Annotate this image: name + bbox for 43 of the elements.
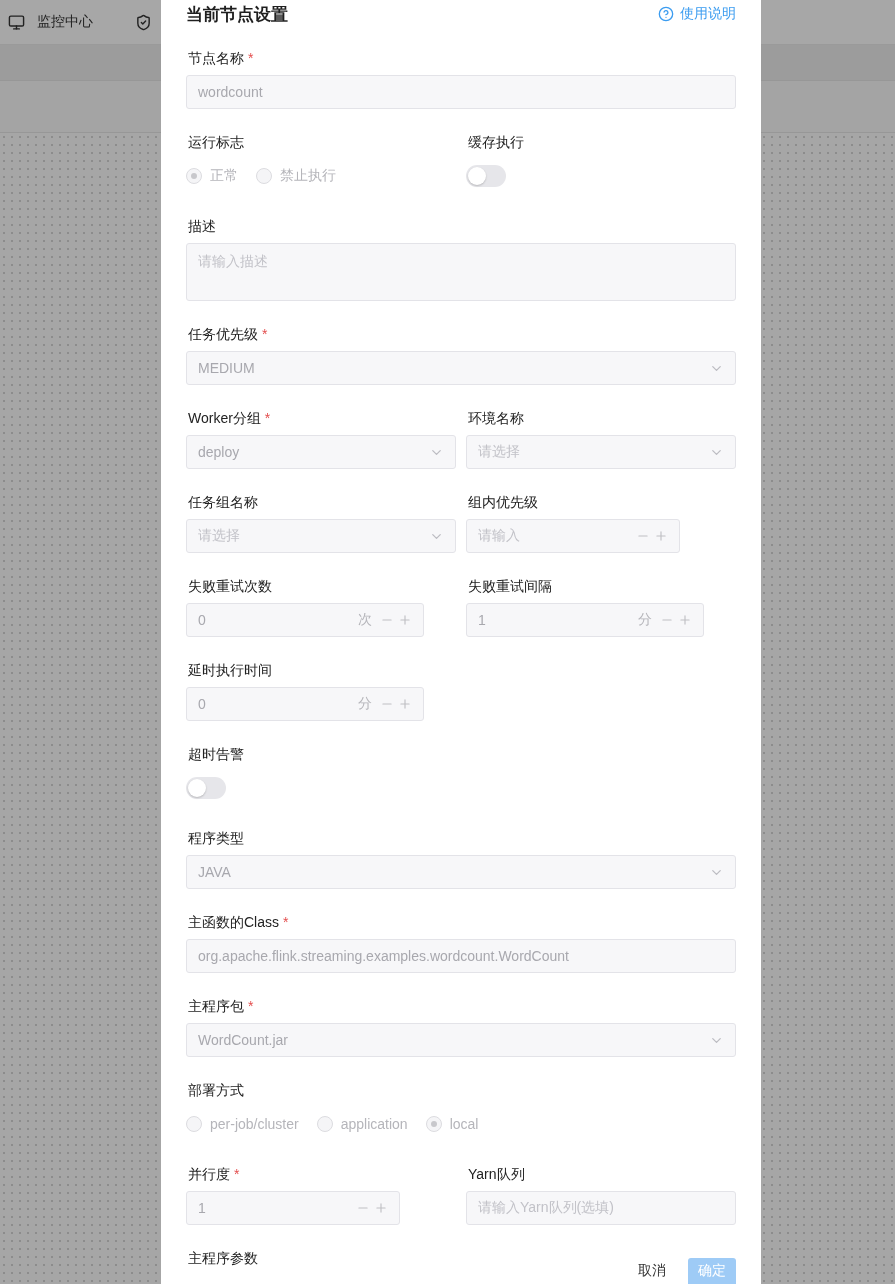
field-label: 延时执行时间: [188, 661, 272, 680]
help-link[interactable]: 使用说明: [658, 5, 736, 23]
field-label: 程序类型: [188, 829, 244, 848]
number-field[interactable]: 0 分: [186, 687, 424, 721]
number-field[interactable]: 1: [186, 1191, 400, 1225]
unit-label: 次: [358, 611, 372, 629]
field-label: Yarn队列: [468, 1165, 525, 1184]
field-label: 失败重试间隔: [468, 577, 552, 596]
field-label: Worker分组 *: [188, 409, 271, 428]
field-label: 部署方式: [188, 1081, 244, 1100]
field-label: 节点名称 *: [188, 49, 254, 68]
field-label: 主函数的Class *: [188, 913, 289, 932]
field-label: 超时告警: [188, 745, 244, 764]
text-field[interactable]: org.apache.flink.streaming.examples.wordcount.WordCount: [186, 939, 736, 973]
field-label: 环境名称: [468, 409, 524, 428]
select-field[interactable]: WordCount.jar: [186, 1023, 736, 1057]
drawer-title: 当前节点设置: [186, 3, 288, 26]
field-label: 主程序参数: [188, 1249, 258, 1268]
number-field[interactable]: 1 分: [466, 603, 704, 637]
number-field[interactable]: 0 次: [186, 603, 424, 637]
radio-option[interactable]: per-job/cluster: [186, 1116, 299, 1132]
text-field[interactable]: wordcount: [186, 75, 736, 109]
select-field[interactable]: deploy: [186, 435, 456, 469]
radio-option[interactable]: 禁止执行: [256, 167, 336, 185]
unit-label: 分: [358, 695, 372, 713]
radio-option[interactable]: 正常: [186, 167, 238, 185]
radio-option[interactable]: local: [425, 1116, 479, 1132]
field-label: 缓存执行: [468, 133, 524, 152]
field-label: 任务优先级 *: [188, 325, 268, 344]
field-label: 描述: [188, 217, 216, 236]
select-field[interactable]: MEDIUM: [186, 351, 736, 385]
field-label: 失败重试次数: [188, 577, 272, 596]
field-label: 并行度 *: [188, 1165, 240, 1184]
field-label: 主程序包 *: [188, 997, 254, 1016]
nav-item[interactable]: 监控中心: [37, 13, 93, 31]
field-label: 组内优先级: [468, 493, 538, 512]
confirm-button[interactable]: 确定: [688, 1258, 736, 1284]
select-field[interactable]: JAVA: [186, 855, 736, 889]
cancel-button[interactable]: 取消: [638, 1258, 666, 1284]
field-label: 任务组名称: [188, 493, 258, 512]
field-label: 运行标志: [188, 133, 244, 152]
unit-label: 分: [638, 611, 652, 629]
radio-option[interactable]: application: [316, 1116, 408, 1132]
